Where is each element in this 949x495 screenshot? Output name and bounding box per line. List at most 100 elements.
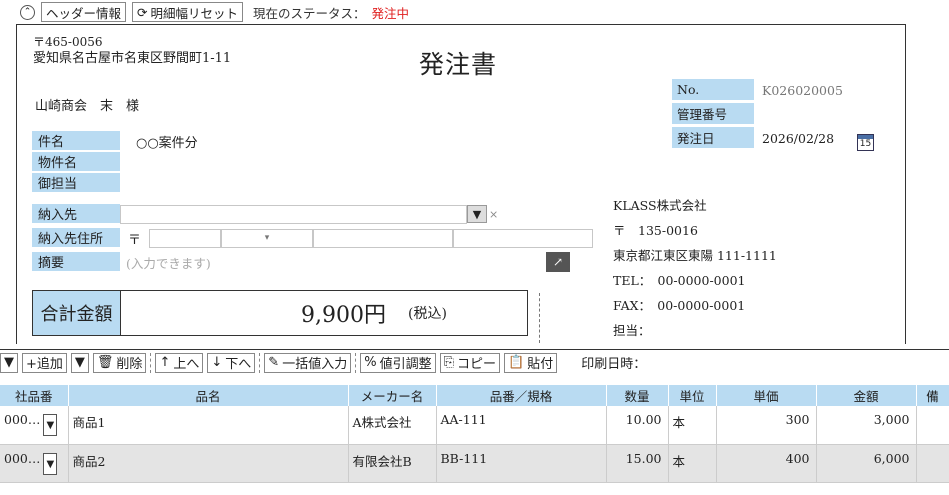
kenmei-label: 件名 <box>32 131 120 151</box>
discount-button[interactable]: % 値引調整 <box>360 352 436 373</box>
col-qty[interactable]: 数量 <box>606 385 669 406</box>
paste-button[interactable]: 📋 貼付 <box>504 352 558 373</box>
add-row-button[interactable]: +追加 <box>22 352 67 373</box>
code-text: 000… <box>4 450 41 466</box>
company-name: KLASS株式会社 <box>613 198 707 213</box>
arrow-up-icon: ↑ <box>159 355 171 370</box>
bulk-input-button[interactable]: ✎ 一括値入力 <box>264 352 352 373</box>
percent-icon: % <box>364 355 377 370</box>
addr-pref-select[interactable]: ▾ <box>221 228 314 248</box>
cell-code[interactable]: 000… ▼ <box>0 444 69 483</box>
field-row-nounyu: 納入先 ▼ × <box>32 204 607 224</box>
collapse-icon[interactable]: ⌃ <box>20 4 35 20</box>
reset-width-button[interactable]: ⟳ 明細幅リセット <box>132 2 244 22</box>
kenmei-value[interactable]: ○○案件分 <box>120 132 198 151</box>
cell-name[interactable]: 商品2 <box>68 444 349 483</box>
total-label: 合計金額 <box>33 291 121 335</box>
col-code[interactable]: 社品番 <box>0 385 69 406</box>
header-info-label: ヘッダー情報 <box>46 5 122 21</box>
cell-price[interactable]: 400 <box>716 444 817 483</box>
col-name[interactable]: 品名 <box>68 385 349 406</box>
cell-maker[interactable]: A株式会社 <box>348 406 437 445</box>
refresh-icon: ⟳ <box>137 4 148 20</box>
arrow-down-icon: ↓ <box>211 355 223 370</box>
paste-icon: 📋 <box>508 355 525 370</box>
move-down-button[interactable]: ↓ 下へ <box>207 352 256 373</box>
col-amount[interactable]: 金額 <box>816 385 917 406</box>
separator <box>150 352 152 373</box>
cell-price[interactable]: 300 <box>716 406 817 445</box>
copy-button[interactable]: ⎘ コピー <box>439 352 500 373</box>
postal-mark: 〒 <box>128 232 142 248</box>
table-header-row: 社品番 品名 メーカー名 品番／規格 数量 単位 単価 金額 備 <box>0 385 949 406</box>
row-dropdown-icon[interactable]: ▼ <box>43 414 58 436</box>
copy-icon: ⎘ <box>443 355 454 370</box>
col-note[interactable]: 備 <box>916 385 949 406</box>
col-maker[interactable]: メーカー名 <box>348 385 437 406</box>
discount-label: 値引調整 <box>379 357 432 372</box>
row-dropdown-icon[interactable]: ▼ <box>43 452 58 475</box>
addr-street-input[interactable] <box>453 228 594 248</box>
cell-amount[interactable]: 3,000 <box>816 406 917 445</box>
status-value: 発注中 <box>371 5 410 21</box>
top-toolbar: ⌃ ヘッダー情報 ⟳ 明細幅リセット 現在のステータス： 発注中 <box>0 0 949 24</box>
col-price[interactable]: 単価 <box>716 385 817 406</box>
field-row-tantou: 御担当 <box>32 173 607 193</box>
cell-part[interactable]: AA-111 <box>436 406 607 445</box>
cell-note[interactable] <box>916 406 949 445</box>
tekiyou-input[interactable]: (入力できます) <box>120 253 211 272</box>
cell-qty[interactable]: 15.00 <box>606 444 669 483</box>
up-label: 上へ <box>173 357 200 372</box>
no-value: K026020005 <box>762 82 843 98</box>
cell-amount[interactable]: 6,000 <box>816 444 917 483</box>
cell-part[interactable]: BB-111 <box>436 444 607 483</box>
detail-table: 社品番 品名 メーカー名 品番／規格 数量 単位 単価 金額 備 000… ▼ 商… <box>0 385 949 483</box>
cell-unit[interactable]: 本 <box>668 444 717 483</box>
paste-label: 貼付 <box>527 357 554 372</box>
reset-width-label: 明細幅リセット <box>150 5 239 21</box>
addr-city-input[interactable] <box>313 228 454 248</box>
page-title: 発注書 <box>419 50 498 79</box>
tax-label: (税込) <box>407 306 447 322</box>
separator <box>259 352 261 373</box>
calendar-day: 15 <box>859 139 872 149</box>
field-row-tekiyou: 摘要 (入力できます) ↗ <box>32 252 607 272</box>
cell-code[interactable]: 000… ▼ <box>0 406 69 445</box>
open-external-icon[interactable]: ↗ <box>546 252 570 272</box>
field-row-nounyu-addr: 納入先住所 〒 ▾ <box>32 228 607 248</box>
menu-dropdown-button[interactable]: ▼ <box>0 352 18 373</box>
add-label: +追加 <box>26 357 63 372</box>
add-dropdown-button[interactable]: ▼ <box>70 352 89 373</box>
cell-name[interactable]: 商品1 <box>68 406 349 445</box>
move-up-button[interactable]: ↑ 上へ <box>155 352 204 373</box>
date-value[interactable]: 2026/02/28 <box>754 131 834 146</box>
col-unit[interactable]: 単位 <box>668 385 717 406</box>
sender-address: 愛知県名古屋市名東区野間町1-11 <box>33 51 232 66</box>
bukken-label: 物件名 <box>32 152 120 172</box>
nounyu-dropdown-icon[interactable]: ▼ <box>467 205 487 223</box>
nounyu-addr-label: 納入先住所 <box>32 228 120 248</box>
cell-unit[interactable]: 本 <box>668 406 717 445</box>
nounyu-input[interactable] <box>120 204 467 224</box>
company-tel: TEL： 00-0000-0001 <box>613 273 746 288</box>
cell-note[interactable] <box>916 444 949 483</box>
clear-icon[interactable]: × <box>489 208 498 221</box>
cell-maker[interactable]: 有限会社B <box>348 444 437 483</box>
table-row[interactable]: 000… ▼ 商品1 A株式会社 AA-111 10.00 本 300 3,000 <box>0 406 949 445</box>
detail-toolbar: ▼ +追加 ▼ 🗑 削除 ↑ 上へ ↓ 下へ ✎ 一括値入力 % 値引調整 ⎘ コピー 📋 貼… <box>0 349 949 375</box>
field-row-bukken: 物件名 <box>32 152 607 172</box>
customer-name[interactable]: 山崎商会 末 様 <box>35 95 139 114</box>
kanri-label: 管理番号 <box>672 103 754 125</box>
col-part[interactable]: 品番／規格 <box>436 385 607 406</box>
addr-postal-input[interactable] <box>149 228 222 248</box>
print-date-label: 印刷日時： <box>581 357 647 372</box>
tantou-label: 御担当 <box>32 173 120 193</box>
delete-row-button[interactable]: 🗑 削除 <box>92 352 147 373</box>
delete-label: 削除 <box>116 357 143 372</box>
pencil-icon: ✎ <box>268 355 280 370</box>
header-info-button[interactable]: ヘッダー情報 <box>41 2 127 22</box>
company-tantou: 担当： <box>613 323 651 338</box>
calendar-icon[interactable]: 15 <box>857 134 874 151</box>
table-row[interactable]: 000… ▼ 商品2 有限会社B BB-111 15.00 本 400 6,000 <box>0 444 949 483</box>
cell-qty[interactable]: 10.00 <box>606 406 669 445</box>
